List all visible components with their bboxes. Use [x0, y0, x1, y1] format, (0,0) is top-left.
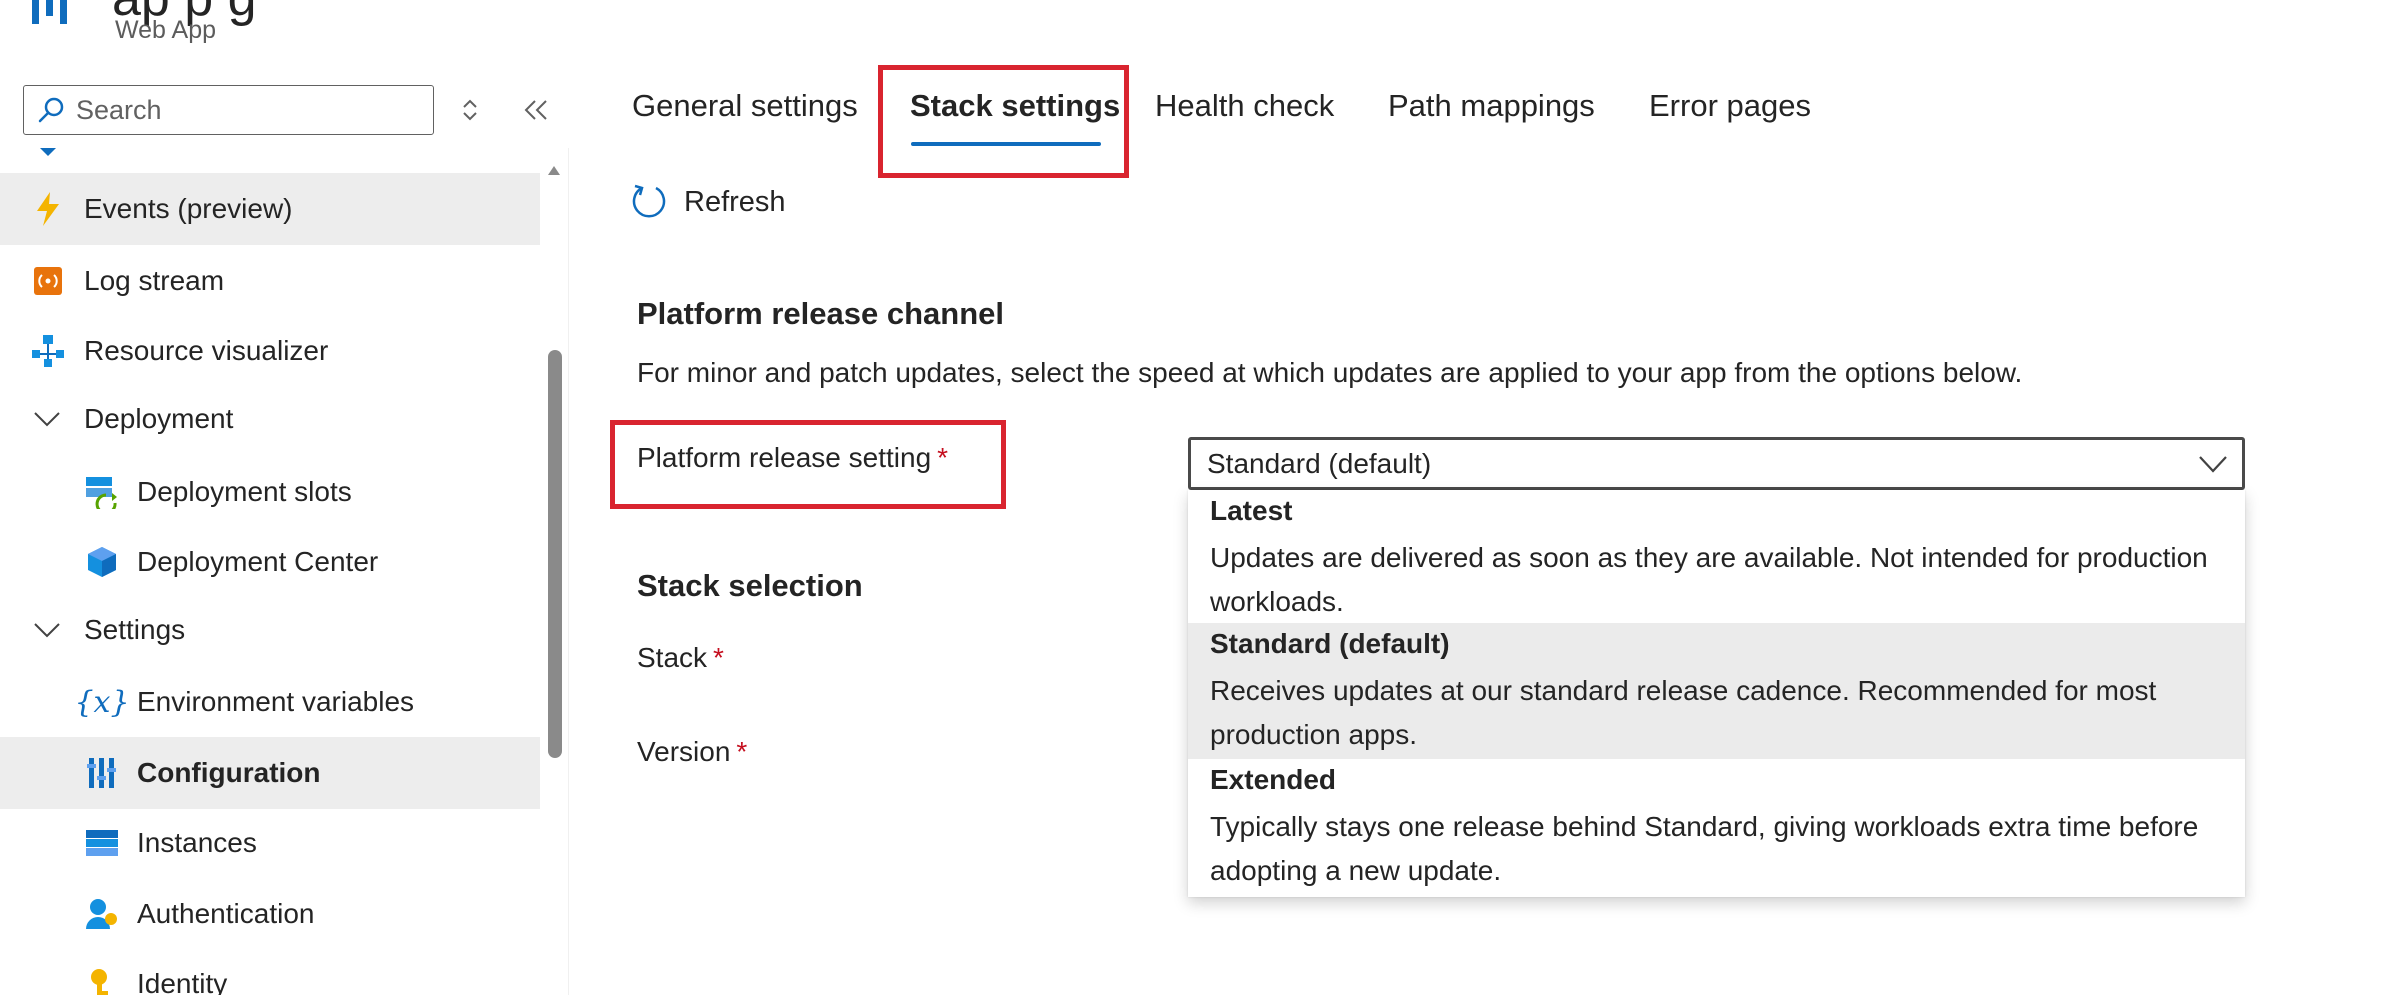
- sidebar-item-label: Deployment slots: [137, 476, 352, 507]
- lightning-icon: [30, 191, 66, 227]
- configuration-icon: [84, 755, 120, 791]
- partial-item-icon: [40, 148, 56, 156]
- identity-key-icon: [84, 966, 120, 995]
- tab-health-check[interactable]: Health check: [1155, 88, 1334, 124]
- sidebar-item-deployment-slots[interactable]: Deployment slots: [0, 456, 540, 528]
- refresh-label: Refresh: [684, 185, 786, 218]
- tab-general-settings[interactable]: General settings: [632, 88, 858, 124]
- instances-icon: [84, 825, 120, 861]
- option-standard-default[interactable]: Standard (default) Receives updates at o…: [1188, 623, 2245, 759]
- sidebar-item-label: Log stream: [84, 265, 225, 296]
- version-label: Version *: [637, 736, 747, 768]
- sidebar-group-deployment[interactable]: Deployment: [0, 383, 540, 455]
- sidebar-item-label: Resource visualizer: [84, 335, 329, 366]
- sidebar-item-label: Identity: [137, 968, 228, 995]
- sidebar-search-input[interactable]: Search: [23, 85, 434, 135]
- required-marker: *: [713, 642, 724, 673]
- app-service-logo-icon: [32, 0, 67, 24]
- sidebar-group-label: Settings: [84, 614, 186, 645]
- deployment-slots-icon: [84, 474, 120, 510]
- field-label-text: Stack: [637, 642, 708, 673]
- sidebar-item-resource-visualizer[interactable]: Resource visualizer: [0, 315, 540, 387]
- page-subtitle: Web App: [115, 16, 217, 44]
- sidebar-item-instances[interactable]: Instances: [0, 807, 540, 879]
- sidebar-scrollbar-thumb[interactable]: [548, 350, 562, 758]
- option-title: Extended: [1210, 764, 1337, 795]
- sidebar-item-label: Events (preview): [84, 193, 293, 224]
- platform-release-channel-heading: Platform release channel: [637, 296, 1004, 331]
- chevron-down-icon: [32, 404, 62, 434]
- sidebar-item-label: Deployment Center: [137, 546, 379, 577]
- search-placeholder: Search: [76, 94, 162, 125]
- log-stream-icon: [30, 263, 66, 299]
- sort-icon[interactable]: [458, 97, 482, 123]
- tab-error-pages[interactable]: Error pages: [1649, 88, 1811, 124]
- environment-variables-icon: {x}: [74, 684, 130, 720]
- sidebar-item-label: Environment variables: [137, 686, 415, 717]
- sidebar-item-authentication[interactable]: Authentication: [0, 878, 540, 950]
- option-extended[interactable]: Extended Typically stays one release beh…: [1188, 759, 2245, 895]
- required-marker: *: [736, 736, 748, 767]
- stack-label: Stack *: [637, 642, 724, 674]
- resource-visualizer-icon: [30, 333, 66, 369]
- stack-selection-heading: Stack selection: [637, 568, 863, 603]
- sidebar-item-identity[interactable]: Identity: [0, 948, 540, 995]
- option-description: Receives updates at our standard release…: [1210, 675, 2157, 750]
- sidebar-divider: [568, 148, 569, 995]
- sidebar-item-deployment-center[interactable]: Deployment Center: [0, 526, 540, 598]
- refresh-button[interactable]: Refresh: [630, 183, 786, 221]
- sidebar-item-label: Configuration: [137, 757, 321, 788]
- option-description: Typically stays one release behind Stand…: [1210, 811, 2199, 886]
- field-label-text: Version: [637, 736, 731, 767]
- option-latest[interactable]: Latest Updates are delivered as soon as …: [1188, 490, 2245, 626]
- sidebar-item-events-preview[interactable]: Events (preview): [0, 173, 540, 245]
- sidebar-item-log-stream[interactable]: Log stream: [0, 245, 540, 317]
- platform-release-options-list: Latest Updates are delivered as soon as …: [1188, 490, 2245, 897]
- option-title: Latest: [1210, 495, 1293, 526]
- option-title: Standard (default): [1210, 628, 1450, 659]
- sidebar-item-label: Instances: [137, 827, 257, 858]
- chevron-down-icon: [32, 615, 62, 645]
- dropdown-selected-value: Standard (default): [1207, 447, 1432, 479]
- annotation-highlight-platform-release: [610, 420, 1006, 509]
- collapse-sidebar-icon[interactable]: [522, 97, 550, 123]
- deployment-center-icon: [84, 544, 120, 580]
- tab-path-mappings[interactable]: Path mappings: [1388, 88, 1595, 124]
- sidebar-item-configuration[interactable]: Configuration: [0, 737, 540, 809]
- sidebar-group-label: Deployment: [84, 403, 234, 434]
- sidebar-item-environment-variables[interactable]: {x} Environment variables: [0, 666, 540, 738]
- chevron-down-icon: [2199, 456, 2227, 473]
- sidebar-nav: Events (preview) Log stream Resource vis…: [0, 148, 540, 995]
- sidebar-item-label: Authentication: [137, 898, 315, 929]
- search-icon: [38, 97, 64, 123]
- option-description: Updates are delivered as soon as they ar…: [1210, 542, 2208, 617]
- authentication-icon: [84, 896, 120, 932]
- refresh-icon: [632, 184, 666, 218]
- scroll-up-arrow-icon[interactable]: [546, 164, 562, 176]
- sidebar-group-settings[interactable]: Settings: [0, 594, 540, 666]
- platform-release-dropdown[interactable]: Standard (default): [1188, 437, 2245, 490]
- platform-release-channel-description: For minor and patch updates, select the …: [637, 357, 2023, 388]
- annotation-highlight-stack-settings: [878, 65, 1129, 178]
